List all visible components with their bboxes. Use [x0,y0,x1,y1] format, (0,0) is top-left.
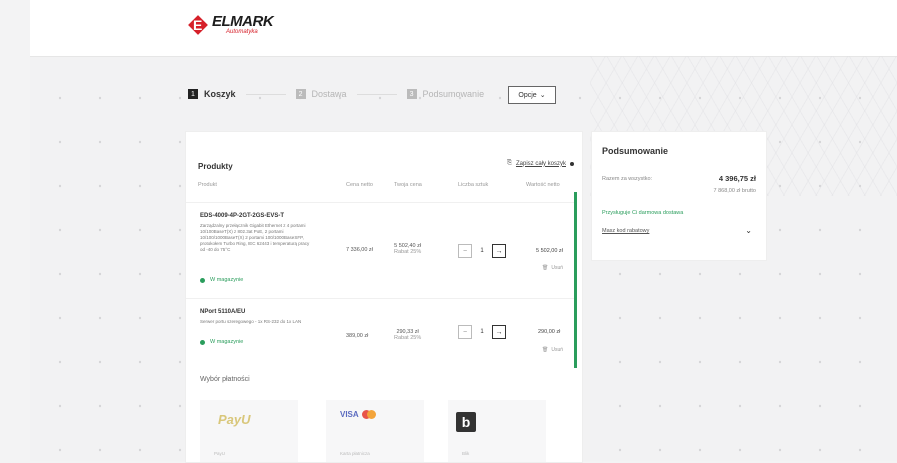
free-shipping-note: Przysługuje Ci darmowa dostawa [602,210,684,216]
row-total: 290,00 zł [538,329,561,335]
your-price: 5 502,40 zł Rabat 25% [394,243,421,255]
col-product: Produkt [198,182,217,188]
mastercard-icon [361,410,376,419]
payment-option-blik[interactable]: b Blik [448,400,546,462]
discount-code-link[interactable]: Masz kod rabatowy [602,228,649,234]
step-divider [356,93,397,95]
unit-price: 7 336,00 zł [346,247,373,253]
delete-label: Usuń [551,347,564,353]
step-label: Koszyk [204,89,236,99]
visa-logo: VISA [340,410,376,419]
table-row: NPort 5110A/EU Serwer portu szeregowego … [186,298,574,369]
brand-name: ELMARK [212,13,274,30]
step-delivery[interactable]: 2 Dostawa [295,89,347,99]
stock-status: W magazynie [200,277,243,283]
delete-button[interactable]: 🗑 Usuń [542,265,563,271]
total-brutto: 7 868,00 zł brutto [713,188,756,194]
summary-title: Podsumowanie [602,146,669,156]
step-cart[interactable]: 1 Koszyk [188,89,236,99]
trash-icon: 🗑 [542,265,549,271]
row-total: 5 502,00 zł [536,248,563,254]
save-cart-label: Zapisz cały koszyk [515,160,566,167]
brand-sub: Automatyka [226,29,258,35]
summary-card: Podsumowanie Razem za wszystko: 4 396,75… [591,131,767,261]
increase-button[interactable]: → [492,325,506,339]
decrease-button[interactable]: − [458,325,472,339]
chevron-down-icon[interactable]: ⌄ [745,226,752,235]
decrease-button[interactable]: − [458,244,472,258]
product-name[interactable]: EDS-4009-4P-2GT-2GS-EVS-T [200,213,284,219]
total-label: Razem za wszystko: [602,176,653,182]
products-title: Produkty [198,162,233,171]
stock-icon [200,339,205,345]
quantity-value[interactable]: 1 [472,248,492,254]
checkout-steps: 1 Koszyk 2 Dostawa 3 Podsumowanie [188,89,484,99]
payment-caption: Karta płatnicza [340,451,370,456]
step-divider [245,93,286,95]
step-number: 3 [406,89,417,99]
product-desc: Zarządzalny przełącznik Gigabit Ethernet… [200,223,310,252]
step-summary[interactable]: 3 Podsumowanie [406,89,485,99]
col-total: Wartość netto [526,182,560,188]
col-unit-price: Cena netto [346,182,373,188]
products-card: Produkty ⎘ Zapisz cały koszyk Produkt Ce… [185,131,583,463]
top-bar: E ELMARK Automatyka [30,0,897,57]
step-label: Podsumowanie [422,89,485,99]
increase-button[interactable]: → [492,244,506,258]
discount-label: Rabat 25% [394,249,422,255]
quantity-value[interactable]: 1 [472,329,492,335]
step-label: Dostawa [311,89,347,99]
elmark-logo-icon: E [188,14,208,35]
stock-icon [200,277,205,283]
quantity-stepper: − 1 → [458,244,506,258]
payment-caption: PayU [214,451,226,456]
col-qty: Liczba sztuk [458,182,489,188]
options-label: Opcje [518,91,537,99]
discount-label: Rabat 25% [394,335,422,341]
step-number: 2 [295,89,306,99]
payment-caption: Blik [462,451,470,456]
options-button[interactable]: Opcje ⌄ [508,86,556,104]
payment-option-payu[interactable]: PayU PayU [200,400,298,462]
blik-logo: b [456,412,476,432]
step-number: 1 [188,89,198,99]
delete-label: Usuń [551,265,564,271]
visa-label: VISA [340,410,359,419]
unit-price: 389,00 zł [346,333,369,339]
stock-status: W magazynie [200,339,243,345]
payment-option-card[interactable]: VISA Karta płatnicza [326,400,424,462]
chevron-down-icon: ⌄ [539,92,546,99]
logo[interactable]: E ELMARK Automatyka [188,13,274,35]
stock-label: W magazynie [210,339,244,345]
trash-icon: 🗑 [542,347,549,353]
table-row: EDS-4009-4P-2GT-2GS-EVS-T Zarządzalny pr… [186,202,574,299]
your-price: 290,33 zł Rabat 25% [394,329,421,341]
quantity-stepper: − 1 → [458,325,506,339]
col-your-price: Twoja cena [394,182,422,188]
delete-button[interactable]: 🗑 Usuń [542,347,563,353]
save-cart-link[interactable]: ⎘ Zapisz cały koszyk [507,160,574,167]
product-name[interactable]: NPort 5110A/EU [200,309,245,315]
payu-logo: PayU [218,412,251,427]
stock-label: W magazynie [210,277,244,283]
save-icon: ⎘ [507,160,512,166]
product-desc: Serwer portu szeregowego - 1x RS-232 do … [200,319,302,324]
scrollbar[interactable] [574,192,577,368]
page-frame: E ELMARK Automatyka 1 Koszyk 2 Dostawa 3… [30,0,897,463]
info-dot-icon [570,161,574,166]
total-value: 4 396,75 zł [718,174,756,183]
payment-title: Wybór płatności [200,376,250,383]
